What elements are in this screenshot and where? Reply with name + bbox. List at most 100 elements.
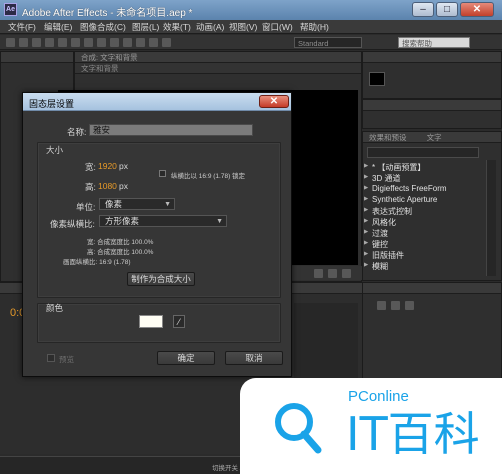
- pixel-aspect-dropdown[interactable]: 方形像素 ▼: [99, 215, 227, 227]
- units-label: 单位:: [76, 202, 96, 212]
- ok-button[interactable]: 确定: [157, 351, 215, 365]
- lock-aspect-checkbox[interactable]: [159, 170, 166, 177]
- maximize-button[interactable]: □: [436, 2, 458, 17]
- zoom-tool-icon[interactable]: [32, 38, 41, 47]
- units-value: 像素: [105, 199, 123, 209]
- menu-view[interactable]: 视图(V): [229, 21, 257, 33]
- frame-aspect-info: 画面纵横比: 16:9 (1.78): [63, 259, 131, 266]
- selection-tool-icon[interactable]: [6, 38, 15, 47]
- viewer-option-icon[interactable]: [342, 269, 351, 278]
- camera-tool-icon[interactable]: [58, 38, 67, 47]
- minimize-button[interactable]: –: [412, 2, 434, 17]
- preview-panel: [362, 99, 502, 129]
- pen-tool-icon[interactable]: [97, 38, 106, 47]
- effects-scrollbar[interactable]: [486, 160, 496, 276]
- color-swatch-button[interactable]: [139, 315, 163, 328]
- chevron-down-icon: ▼: [164, 201, 171, 208]
- text-tool-icon[interactable]: [110, 38, 119, 47]
- width-label: 宽:: [85, 162, 96, 172]
- units-dropdown[interactable]: 像素 ▼: [99, 198, 175, 210]
- menu-layer[interactable]: 图层(L): [132, 21, 159, 33]
- solid-settings-dialog: 固态层设置 ✕ 名称: 雅安 大小 宽: 1920 px 纵横比以 16:9 (…: [22, 92, 292, 377]
- project-panel-header: [1, 52, 73, 63]
- list-item[interactable]: 模糊: [364, 261, 388, 272]
- dialog-titlebar: 固态层设置 ✕: [23, 93, 291, 111]
- align-left-icon[interactable]: [377, 301, 386, 310]
- align-center-icon[interactable]: [391, 301, 400, 310]
- puppet-tool-icon[interactable]: [162, 38, 171, 47]
- align-right-icon[interactable]: [405, 301, 414, 310]
- pconline-watermark: PConline IT百科: [240, 378, 502, 474]
- dialog-close-button[interactable]: ✕: [259, 95, 289, 108]
- list-item[interactable]: 表达式控制: [364, 206, 412, 217]
- character-tab-label[interactable]: 文字: [427, 133, 442, 142]
- mask-tool-icon[interactable]: [84, 38, 93, 47]
- workspace-dropdown[interactable]: Standard: [294, 37, 362, 48]
- size-section-label: 大小: [46, 145, 64, 155]
- menu-window[interactable]: 窗口(W): [262, 21, 293, 33]
- watermark-text: IT百科: [346, 407, 480, 461]
- list-item[interactable]: 旧版插件: [364, 250, 404, 261]
- dialog-title: 固态层设置: [29, 99, 75, 109]
- eyedropper-icon[interactable]: ⁄: [173, 315, 185, 328]
- paragraph-panel-header: [363, 283, 501, 294]
- composition-tab[interactable]: 合成: 文字和背景: [75, 52, 361, 63]
- list-item[interactable]: 风格化: [364, 217, 396, 228]
- composition-subtab[interactable]: 文字和背景: [75, 63, 361, 74]
- menu-file[interactable]: 文件(F): [8, 21, 36, 33]
- pconline-logo-icon: [275, 403, 322, 454]
- lock-aspect-label: 纵横比以 16:9 (1.78) 锁定: [171, 173, 246, 180]
- effects-presets-tab-label[interactable]: 效果和预设: [369, 133, 407, 142]
- eraser-tool-icon[interactable]: [149, 38, 158, 47]
- brush-tool-icon[interactable]: [123, 38, 132, 47]
- width-value[interactable]: 1920: [98, 161, 117, 171]
- make-comp-size-button[interactable]: 制作为合成大小: [127, 272, 195, 286]
- rotate-tool-icon[interactable]: [45, 38, 54, 47]
- color-section-label: 颜色: [46, 303, 64, 313]
- chevron-down-icon: ▼: [216, 218, 223, 225]
- preview-label: 预览: [59, 355, 74, 364]
- hand-tool-icon[interactable]: [19, 38, 28, 47]
- list-item[interactable]: 3D 通道: [364, 173, 401, 184]
- preview-checkbox[interactable]: [47, 354, 55, 362]
- effects-search-input[interactable]: [367, 147, 479, 158]
- menu-help[interactable]: 帮助(H): [300, 21, 329, 33]
- info-panel: [362, 51, 502, 99]
- width-percent-info: 宽: 合成宽度比 100.0%: [87, 239, 154, 246]
- height-unit: px: [119, 181, 128, 191]
- close-button[interactable]: ✕: [460, 2, 494, 17]
- info-panel-header: [363, 52, 501, 63]
- window-titlebar: Ae Adobe After Effects - 未命名项目.aep * – □…: [0, 0, 502, 20]
- height-percent-info: 高: 合成宽度比 100.0%: [87, 249, 154, 256]
- viewer-option-icon[interactable]: [314, 269, 323, 278]
- pixel-aspect-value: 方形像素: [105, 216, 140, 226]
- pan-behind-tool-icon[interactable]: [71, 38, 80, 47]
- menu-effect[interactable]: 效果(T): [163, 21, 191, 33]
- window-title: Adobe After Effects - 未命名项目.aep *: [22, 8, 193, 19]
- watermark-brand: PConline: [348, 388, 409, 405]
- name-label: 名称:: [67, 127, 87, 137]
- width-unit: px: [119, 161, 128, 171]
- color-swatch: [369, 72, 385, 86]
- cancel-button[interactable]: 取消: [225, 351, 283, 365]
- height-value[interactable]: 1080: [98, 181, 117, 191]
- pixel-aspect-label: 像素纵横比:: [50, 219, 95, 229]
- effects-list: * 【动画预置】 3D 通道 Digieffects FreeForm Synt…: [362, 160, 482, 276]
- menu-bar: 文件(F) 编辑(E) 图像合成(C) 图层(L) 效果(T) 动画(A) 视图…: [0, 20, 502, 34]
- menu-composition[interactable]: 图像合成(C): [80, 21, 126, 33]
- tools-toolbar: Standard 搜索帮助: [0, 35, 502, 50]
- clone-tool-icon[interactable]: [136, 38, 145, 47]
- menu-edit[interactable]: 编辑(E): [44, 21, 72, 33]
- list-item[interactable]: * 【动画预置】: [364, 162, 425, 173]
- menu-animation[interactable]: 动画(A): [196, 21, 224, 33]
- effects-presets-tab: 效果和预设 文字: [363, 132, 501, 143]
- after-effects-logo-icon: Ae: [4, 3, 17, 16]
- viewer-option-icon[interactable]: [328, 269, 337, 278]
- list-item[interactable]: 过渡: [364, 228, 388, 239]
- preview-panel-header: [363, 100, 501, 111]
- list-item[interactable]: 键控: [364, 239, 388, 250]
- list-item[interactable]: Synthetic Aperture: [364, 195, 437, 204]
- list-item[interactable]: Digieffects FreeForm: [364, 184, 446, 193]
- name-input[interactable]: 雅安: [89, 124, 253, 136]
- search-help-input[interactable]: 搜索帮助: [398, 37, 470, 48]
